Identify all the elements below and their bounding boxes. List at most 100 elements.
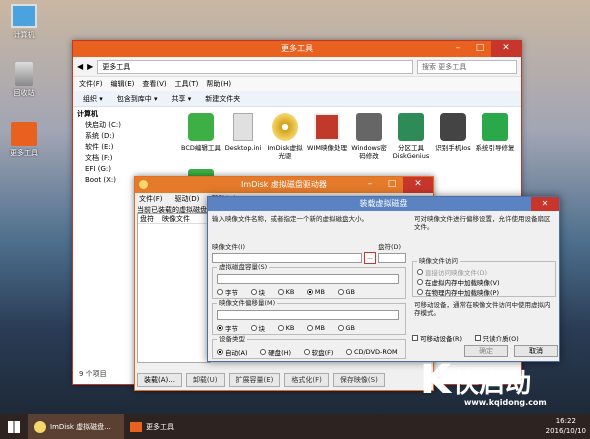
image-file-input[interactable] — [212, 253, 362, 263]
close-button[interactable]: ✕ — [491, 41, 521, 57]
forward-icon[interactable]: ▶ — [87, 62, 93, 71]
file-item[interactable]: ImDisk虚拟光驱 — [265, 113, 305, 169]
explorer-title-bar[interactable]: 更多工具 – □ ✕ — [73, 41, 521, 57]
image-access-options: 直接访问映像文件(D) 在虚拟内存中加载映像(V) 在物理内存中加载映像(P) — [417, 267, 555, 297]
menu-help[interactable]: 帮助(H) — [206, 77, 231, 91]
offset-unit-gb[interactable]: GB — [337, 324, 355, 332]
imdisk-title-bar[interactable]: ImDisk 虚拟磁盘驱动器 – □ ✕ — [135, 177, 433, 193]
taskbar-item-explorer[interactable]: 更多工具 — [124, 414, 204, 439]
offset-unit-bytes[interactable]: 字节 — [217, 323, 238, 333]
clock-date: 2016/10/10 — [545, 427, 586, 435]
access-direct[interactable]: 直接访问映像文件(D) — [417, 267, 487, 277]
disk-partition-icon — [398, 113, 424, 141]
nav-item-drive[interactable]: Boot (X:) — [77, 175, 137, 186]
start-button[interactable] — [0, 414, 28, 439]
removable-checkbox[interactable]: 可移动设备(R) — [412, 333, 462, 343]
maximize-button[interactable]: □ — [469, 41, 491, 57]
menu-tools[interactable]: 工具(T) — [175, 77, 199, 91]
offset-unit-blocks[interactable]: 块 — [250, 323, 265, 333]
desktop-icon-label: 回收站 — [13, 89, 35, 97]
offset-unit-mb[interactable]: MB — [306, 324, 325, 332]
column-header-image[interactable]: 映像文件 — [162, 214, 190, 223]
nav-item-drive[interactable]: 快启动 (C:) — [77, 120, 137, 131]
size-unit-gb[interactable]: GB — [337, 288, 355, 296]
offset-group: 映像文件偏移量(M) 字节 块 KB MB GB — [212, 299, 406, 335]
access-physical-memory[interactable]: 在物理内存中加载映像(P) — [417, 287, 499, 297]
system-clock[interactable]: 16:22 2016/10/10 — [546, 416, 586, 436]
access-virtual-memory[interactable]: 在虚拟内存中加载映像(V) — [417, 277, 500, 287]
key-icon — [356, 113, 382, 141]
organize-button[interactable]: 组织 ▾ — [83, 91, 103, 106]
address-bar: ◀ ▶ 更多工具 搜索 更多工具 — [73, 57, 521, 77]
size-unit-blocks[interactable]: 块 — [250, 287, 265, 297]
disc-icon — [34, 420, 46, 433]
save-image-button[interactable]: 保存映像(S) — [332, 373, 385, 387]
extend-button[interactable]: 扩展容量(E) — [228, 373, 281, 387]
ok-button[interactable]: 确定 — [464, 345, 508, 357]
readonly-checkbox[interactable]: 只读介质(O) — [474, 333, 519, 343]
new-folder-button[interactable]: 新建文件夹 — [205, 91, 240, 106]
share-button[interactable]: 共享 ▾ — [172, 91, 192, 106]
desktop-icon-computer[interactable]: 计算机 — [2, 4, 46, 40]
mounted-disks-list[interactable]: 盘符 映像文件 — [137, 213, 211, 363]
menu-driver[interactable]: 驱动(D) — [175, 193, 200, 205]
column-header-drive[interactable]: 盘符 — [140, 214, 154, 223]
file-item[interactable]: Windows密码修改 — [349, 113, 389, 169]
maximize-button[interactable]: □ — [381, 177, 403, 193]
file-item[interactable]: WIM映像处理 — [307, 113, 347, 169]
unmount-button[interactable]: 卸载(U) — [185, 373, 225, 387]
file-item[interactable]: 识别手机Ios — [433, 113, 473, 169]
nav-item-drive[interactable]: EFI (G:) — [77, 164, 137, 175]
back-icon[interactable]: ◀ — [77, 62, 83, 71]
imdisk-button-row: 装载(A)... 卸载(U) 扩展容量(E) 格式化(F) 保存映像(S) — [137, 373, 385, 387]
offset-input[interactable] — [217, 310, 399, 320]
taskbar-item-imdisk[interactable]: ImDisk 虚拟磁盘... — [28, 414, 124, 439]
size-unit-kb[interactable]: KB — [277, 288, 294, 296]
navigation-pane: 计算机 快启动 (C:) 系统 (D:) 软件 (E:) 文档 (F:) EFI… — [77, 109, 137, 384]
nav-item-drive[interactable]: 系统 (D:) — [77, 131, 137, 142]
desktop-icon-recycle-bin[interactable]: 回收站 — [2, 62, 46, 98]
mount-dialog-title-bar[interactable]: 装载虚拟磁盘 ✕ — [208, 197, 559, 211]
file-item[interactable]: 系统引导修复 — [475, 113, 515, 169]
device-type-floppy[interactable]: 软盘(F) — [303, 347, 333, 357]
desktop-icon-folder[interactable]: 更多工具 — [2, 122, 46, 158]
menu-view[interactable]: 查看(V) — [142, 77, 166, 91]
status-bar: 9 个项目 — [79, 370, 107, 378]
menu-file[interactable]: 文件(F) — [139, 193, 163, 205]
offset-unit-kb[interactable]: KB — [277, 324, 294, 332]
device-type-label: 设备类型 — [217, 335, 247, 343]
browse-button[interactable]: ... — [364, 252, 376, 264]
wim-icon — [314, 113, 340, 141]
offset-unit-group: 字节 块 KB MB GB — [217, 323, 365, 333]
size-unit-mb[interactable]: MB — [306, 288, 325, 296]
drive-letter-label: 盘符(D) — [378, 243, 402, 251]
close-button[interactable]: ✕ — [531, 197, 559, 211]
drive-letter-select[interactable] — [378, 253, 406, 263]
menu-file[interactable]: 文件(F) — [79, 77, 103, 91]
minimize-button[interactable]: – — [359, 177, 381, 193]
image-access-label: 映像文件访问 — [417, 257, 460, 265]
size-unit-bytes[interactable]: 字节 — [217, 287, 238, 297]
size-input[interactable] — [217, 274, 399, 284]
device-type-auto[interactable]: 自动(A) — [217, 347, 248, 357]
path-input[interactable]: 更多工具 — [97, 59, 413, 74]
mount-button[interactable]: 装载(A)... — [137, 373, 182, 387]
nav-item-computer[interactable]: 计算机 — [77, 109, 137, 120]
minimize-button[interactable]: – — [447, 41, 469, 57]
cancel-button[interactable]: 取消 — [514, 345, 558, 357]
close-button[interactable]: ✕ — [403, 177, 433, 193]
folder-icon — [11, 122, 37, 146]
file-item[interactable]: BCD编辑工具 — [181, 113, 221, 169]
nav-item-drive[interactable]: 软件 (E:) — [77, 142, 137, 153]
device-type-harddisk[interactable]: 硬盘(H) — [260, 347, 291, 357]
format-button[interactable]: 格式化(F) — [284, 373, 329, 387]
search-input[interactable]: 搜索 更多工具 — [417, 59, 517, 74]
include-library-button[interactable]: 包含到库中 ▾ — [117, 91, 158, 106]
nav-item-drive[interactable]: 文档 (F:) — [77, 153, 137, 164]
taskbar: ImDisk 虚拟磁盘... 更多工具 16:22 2016/10/10 — [0, 414, 590, 439]
file-item[interactable]: 分区工具DiskGenius — [391, 113, 431, 169]
file-item[interactable]: Desktop.ini — [223, 113, 263, 169]
desktop-icon-label: 计算机 — [13, 31, 35, 39]
device-type-cdrom[interactable]: CD/DVD-ROM — [345, 348, 398, 356]
menu-edit[interactable]: 编辑(E) — [111, 77, 135, 91]
